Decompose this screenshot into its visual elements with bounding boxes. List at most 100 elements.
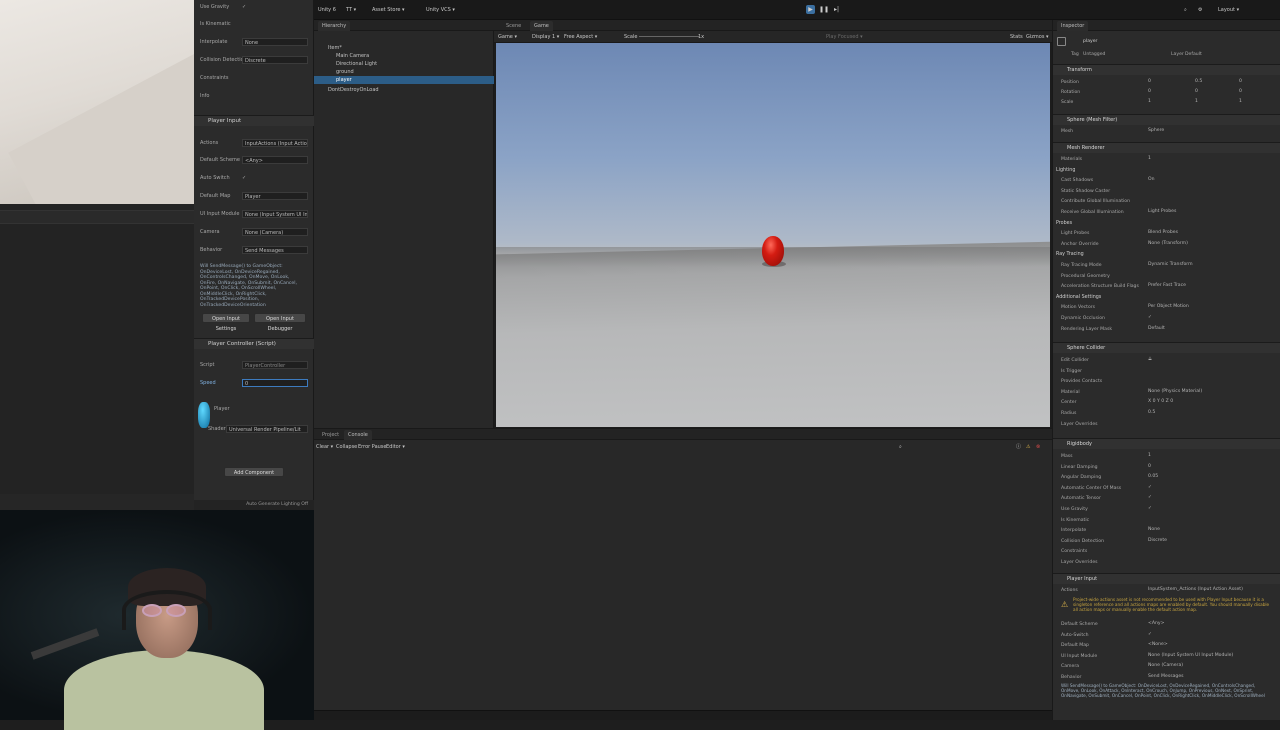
step-button[interactable]: ▸| (832, 5, 841, 14)
property-value[interactable]: Blend Probes (1148, 229, 1273, 237)
open-input-debugger-button[interactable]: Open Input Debugger (254, 313, 306, 332)
pi-actions-field[interactable]: InputSystem_Actions (Input Action Asset) (1148, 586, 1273, 594)
hierarchy-item-scene[interactable]: Item* (328, 44, 342, 52)
property-value[interactable]: On (1148, 176, 1273, 184)
search-icon[interactable]: ⌕ (1184, 6, 1187, 14)
property-value[interactable]: ✓ (1148, 494, 1273, 502)
console-info-icon[interactable]: ⓘ (1016, 443, 1021, 451)
property-value[interactable]: None (Camera) (1148, 662, 1273, 670)
property-value[interactable]: Dynamic Transform (1148, 261, 1273, 269)
asset-store-menu[interactable]: Asset Store ▾ (372, 6, 405, 14)
layer-dropdown[interactable]: Default (1185, 50, 1202, 59)
tag-dropdown[interactable]: Untagged (1083, 50, 1105, 59)
property-value[interactable] (1148, 547, 1273, 555)
game-mode-dropdown[interactable]: Game ▾ (498, 33, 517, 41)
add-component-button[interactable]: Add Component (224, 467, 284, 477)
ip-default-scheme-dropdown[interactable]: <Any> (242, 156, 308, 164)
property-value[interactable]: <None> (1148, 641, 1273, 649)
section-label[interactable]: Probes (1056, 219, 1072, 228)
property-value[interactable]: Prefer Fast Trace (1148, 282, 1273, 290)
console-editor-dropdown[interactable]: Editor ▾ (386, 443, 405, 451)
settings-icon[interactable]: ⚙ (1198, 6, 1202, 14)
position-x[interactable]: 0 (1148, 78, 1151, 86)
property-value[interactable] (1148, 558, 1273, 566)
pause-button[interactable]: ❚❚ (819, 5, 829, 14)
open-input-settings-button[interactable]: Open Input Settings (202, 313, 250, 332)
pc-speed-input[interactable]: 0 (242, 379, 308, 387)
ip-ui-module-field[interactable]: None (Input System UI Input Module) (242, 210, 308, 218)
play-focused-dropdown[interactable]: Play Focused ▾ (826, 33, 863, 41)
gizmos-dropdown[interactable]: Gizmos ▾ (1026, 33, 1049, 41)
display-dropdown[interactable]: Display 1 ▾ (532, 33, 559, 41)
player-input-header[interactable]: Player Input (194, 115, 314, 126)
ip-row-constraints-label[interactable]: Constraints (200, 74, 229, 83)
console-clear-dropdown[interactable]: Clear ▾ (316, 443, 333, 451)
position-z[interactable]: 0 (1239, 78, 1242, 86)
ip-auto-switch-checkbox[interactable]: ✓ (242, 174, 246, 183)
property-value[interactable] (1148, 367, 1273, 375)
tab-scene[interactable]: Scene (502, 21, 525, 31)
console-error-icon[interactable]: ⊗ (1036, 443, 1040, 451)
version-control-menu[interactable]: Unity VCS ▾ (426, 6, 455, 14)
console-warning-icon[interactable]: ⚠ (1026, 443, 1030, 451)
property-value[interactable] (1148, 377, 1273, 385)
ip-use-gravity-checkbox[interactable]: ✓ (242, 3, 246, 12)
section-label[interactable]: Lighting (1056, 166, 1075, 175)
property-value[interactable]: ✓ (1148, 505, 1273, 513)
hierarchy-item-dontdestroyonload[interactable]: DontDestroyOnLoad (328, 86, 379, 94)
property-value[interactable]: ✓ (1148, 314, 1273, 322)
section-label[interactable]: Additional Settings (1056, 293, 1101, 302)
console-collapse-button[interactable]: Collapse (336, 443, 357, 451)
property-value[interactable]: Light Probes (1148, 208, 1273, 216)
tab-game[interactable]: Game (530, 21, 553, 31)
property-value[interactable] (1148, 187, 1273, 195)
ip-collision-dropdown[interactable]: Discrete (242, 56, 308, 64)
ip-actions-field[interactable]: InputActions (Input Action Asset) (242, 139, 308, 147)
ip-default-map-dropdown[interactable]: Player (242, 192, 308, 200)
property-value[interactable]: ✓ (1148, 484, 1273, 492)
property-value[interactable]: Send Messages (1148, 673, 1273, 681)
property-value[interactable]: None (Input System UI Input Module) (1148, 652, 1273, 660)
ip-row-info-label[interactable]: Info (200, 92, 209, 101)
property-value[interactable]: ⟁ (1148, 356, 1273, 364)
position-y[interactable]: 0.5 (1195, 78, 1202, 86)
tab-console[interactable]: Console (344, 430, 372, 440)
rotation-x[interactable]: 0 (1148, 88, 1151, 96)
game-viewport[interactable] (496, 43, 1050, 427)
property-value[interactable]: Discrete (1148, 537, 1273, 545)
player-controller-header[interactable]: Player Controller (Script) (194, 338, 314, 349)
layout-menu[interactable]: Layout ▾ (1218, 6, 1239, 14)
property-value[interactable]: 0 (1148, 463, 1273, 471)
property-value[interactable]: None (Physics Material) (1148, 388, 1273, 396)
property-value[interactable]: X 0 Y 0 Z 0 (1148, 398, 1273, 406)
property-value[interactable]: None (Transform) (1148, 240, 1273, 248)
hierarchy-item-ground[interactable]: ground (336, 68, 354, 76)
aspect-dropdown[interactable]: Free Aspect ▾ (564, 33, 597, 41)
hierarchy-item-main-camera[interactable]: Main Camera (336, 52, 369, 60)
section-label[interactable]: Ray Tracing (1056, 250, 1084, 259)
tab-hierarchy[interactable]: Hierarchy (318, 21, 351, 31)
ip-behavior-dropdown[interactable]: Send Messages (242, 246, 308, 254)
mesh-filter-header[interactable]: Sphere (Mesh Filter) (1053, 114, 1280, 125)
scale-y[interactable]: 1 (1195, 98, 1198, 106)
tab-inspector[interactable]: Inspector (1057, 21, 1089, 31)
hierarchy-item-directional-light[interactable]: Directional Light (336, 60, 377, 68)
hierarchy-item-player[interactable]: player (314, 76, 494, 84)
mesh-renderer-header[interactable]: Mesh Renderer (1053, 142, 1280, 153)
sphere-collider-header[interactable]: Sphere Collider (1053, 342, 1280, 353)
console-error-pause-button[interactable]: Error Pause (358, 443, 386, 451)
property-value[interactable]: 0.5 (1148, 409, 1273, 417)
scale-x[interactable]: 1 (1148, 98, 1151, 106)
property-value[interactable]: 1 (1148, 452, 1273, 460)
console-search-icon[interactable]: ⌕ (899, 443, 902, 451)
rigidbody-header[interactable]: Rigidbody (1053, 438, 1280, 449)
object-name-field[interactable]: player (1083, 37, 1097, 46)
property-value[interactable]: ✓ (1148, 631, 1273, 639)
property-value[interactable] (1148, 516, 1273, 524)
stats-button[interactable]: Stats (1010, 33, 1023, 41)
property-value[interactable] (1148, 250, 1273, 258)
property-value[interactable] (1148, 293, 1273, 301)
property-value[interactable] (1148, 272, 1273, 280)
rotation-z[interactable]: 0 (1239, 88, 1242, 96)
ip-camera-field[interactable]: None (Camera) (242, 228, 308, 236)
